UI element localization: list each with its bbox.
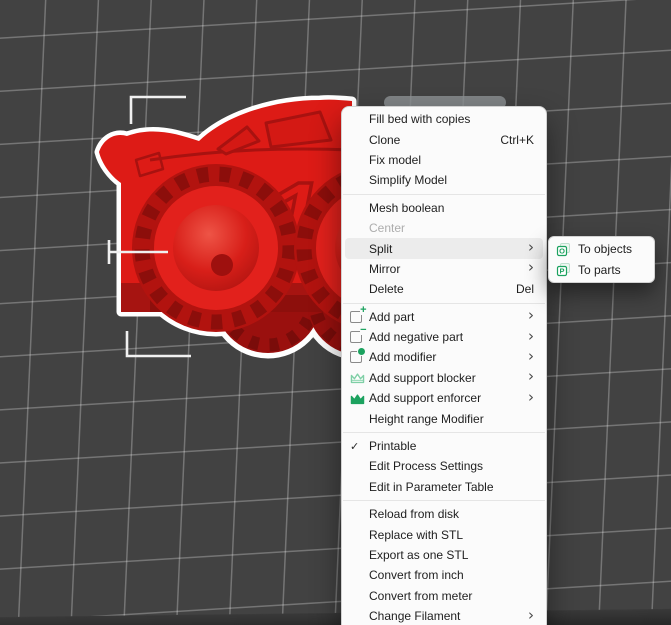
menu-separator bbox=[343, 432, 545, 433]
menu-item-label: Convert from inch bbox=[369, 568, 534, 582]
menu-item-label: Export as one STL bbox=[369, 548, 534, 562]
menu-item-label: Printable bbox=[369, 439, 534, 453]
menu-item-label: Split bbox=[369, 242, 518, 256]
menu-item-export-as-one-stl[interactable]: Export as one STL bbox=[342, 545, 546, 565]
menu-item-fill-bed-with-copies[interactable]: Fill bed with copies bbox=[342, 109, 546, 129]
add-part-icon: + bbox=[350, 311, 369, 323]
menu-item-add-support-enforcer[interactable]: Add support enforcer › bbox=[342, 388, 546, 408]
menu-item-to-objects[interactable]: O To objects bbox=[549, 239, 654, 260]
menu-separator bbox=[343, 500, 545, 501]
split-to-parts-icon: P bbox=[556, 262, 578, 277]
menu-separator bbox=[343, 303, 545, 304]
menu-item-change-filament[interactable]: Change Filament › bbox=[342, 606, 546, 625]
submenu-arrow-icon: › bbox=[528, 369, 534, 384]
menu-item-label: Edit Process Settings bbox=[369, 459, 534, 473]
split-to-objects-icon: O bbox=[556, 242, 578, 257]
submenu-arrow-icon: › bbox=[528, 608, 534, 623]
menu-item-label: Center bbox=[369, 221, 534, 235]
menu-item-printable[interactable]: ✓Printable bbox=[342, 436, 546, 456]
menu-item-height-range-modifier[interactable]: Height range Modifier bbox=[342, 408, 546, 428]
menu-item-add-negative-part[interactable]: −Add negative part › bbox=[342, 327, 546, 347]
submenu-arrow-icon: › bbox=[528, 260, 534, 275]
menu-item-label: Delete bbox=[369, 282, 506, 296]
menu-item-label: Mesh boolean bbox=[369, 201, 534, 215]
submenu-arrow-icon: › bbox=[528, 329, 534, 344]
support-enforcer-icon bbox=[350, 392, 369, 405]
menu-item-add-part[interactable]: +Add part › bbox=[342, 307, 546, 327]
menu-item-label: Simplify Model bbox=[369, 173, 534, 187]
menu-item-label: Add part bbox=[369, 310, 518, 324]
menu-item-reload-from-disk[interactable]: Reload from disk bbox=[342, 504, 546, 524]
submenu-arrow-icon: › bbox=[528, 390, 534, 405]
add-modifier-icon bbox=[350, 351, 369, 363]
menu-item-label: Add negative part bbox=[369, 330, 518, 344]
context-menu: Fill bed with copies Clone Ctrl+K Fix model… bbox=[341, 106, 547, 625]
menu-item-label: To parts bbox=[578, 263, 644, 277]
menu-item-simplify-model[interactable]: Simplify Model bbox=[342, 170, 546, 190]
menu-item-label: Clone bbox=[369, 133, 490, 147]
split-submenu: O To objects P To parts bbox=[548, 236, 655, 283]
menu-item-edit-in-parameter-table[interactable]: Edit in Parameter Table bbox=[342, 477, 546, 497]
menu-item-label: Change Filament bbox=[369, 609, 518, 623]
menu-item-label: Mirror bbox=[369, 262, 518, 276]
menu-item-label: Replace with STL bbox=[369, 528, 534, 542]
menu-item-add-modifier[interactable]: Add modifier › bbox=[342, 347, 546, 367]
model-red-truck[interactable]: 1 bbox=[0, 0, 671, 625]
menu-item-convert-from-meter[interactable]: Convert from meter bbox=[342, 586, 546, 606]
menu-item-label: Add modifier bbox=[369, 350, 518, 364]
menu-item-label: Edit in Parameter Table bbox=[369, 480, 534, 494]
menu-item-label: Height range Modifier bbox=[369, 412, 534, 426]
menu-item-label: Add support blocker bbox=[369, 371, 518, 385]
add-negative-part-icon: − bbox=[350, 331, 369, 343]
shortcut-label: Ctrl+K bbox=[500, 133, 534, 147]
menu-item-mirror[interactable]: Mirror › bbox=[342, 259, 546, 279]
menu-item-clone[interactable]: Clone Ctrl+K bbox=[342, 129, 546, 149]
menu-item-edit-process-settings[interactable]: Edit Process Settings bbox=[342, 456, 546, 476]
menu-item-to-parts[interactable]: P To parts bbox=[549, 260, 654, 281]
svg-text:P: P bbox=[559, 267, 564, 276]
menu-item-label: Convert from meter bbox=[369, 589, 534, 603]
support-blocker-icon bbox=[350, 371, 369, 384]
submenu-arrow-icon: › bbox=[528, 240, 534, 255]
submenu-arrow-icon: › bbox=[528, 308, 534, 323]
shortcut-label: Del bbox=[516, 282, 534, 296]
menu-item-convert-from-inch[interactable]: Convert from inch bbox=[342, 565, 546, 585]
menu-item-delete[interactable]: Delete Del bbox=[342, 279, 546, 299]
menu-item-label: Fill bed with copies bbox=[369, 112, 534, 126]
menu-item-label: To objects bbox=[578, 242, 644, 256]
menu-item-fix-model[interactable]: Fix model bbox=[342, 150, 546, 170]
submenu-arrow-icon: › bbox=[528, 349, 534, 364]
menu-item-split[interactable]: Split › bbox=[345, 238, 543, 258]
menu-item-mesh-boolean[interactable]: Mesh boolean bbox=[342, 198, 546, 218]
menu-item-add-support-blocker[interactable]: Add support blocker › bbox=[342, 368, 546, 388]
slicer-3d-viewport[interactable]: 1 Fill bed with copies Clone Ctrl+K Fix mod… bbox=[0, 0, 671, 625]
menu-item-label: Reload from disk bbox=[369, 507, 534, 521]
menu-separator bbox=[343, 194, 545, 195]
model-rear-wheel bbox=[132, 164, 300, 332]
check-icon: ✓ bbox=[350, 440, 369, 453]
menu-item-replace-with-stl[interactable]: Replace with STL bbox=[342, 524, 546, 544]
menu-item-label: Fix model bbox=[369, 153, 534, 167]
menu-item-center: Center bbox=[342, 218, 546, 238]
svg-text:O: O bbox=[559, 246, 565, 255]
menu-item-label: Add support enforcer bbox=[369, 391, 518, 405]
